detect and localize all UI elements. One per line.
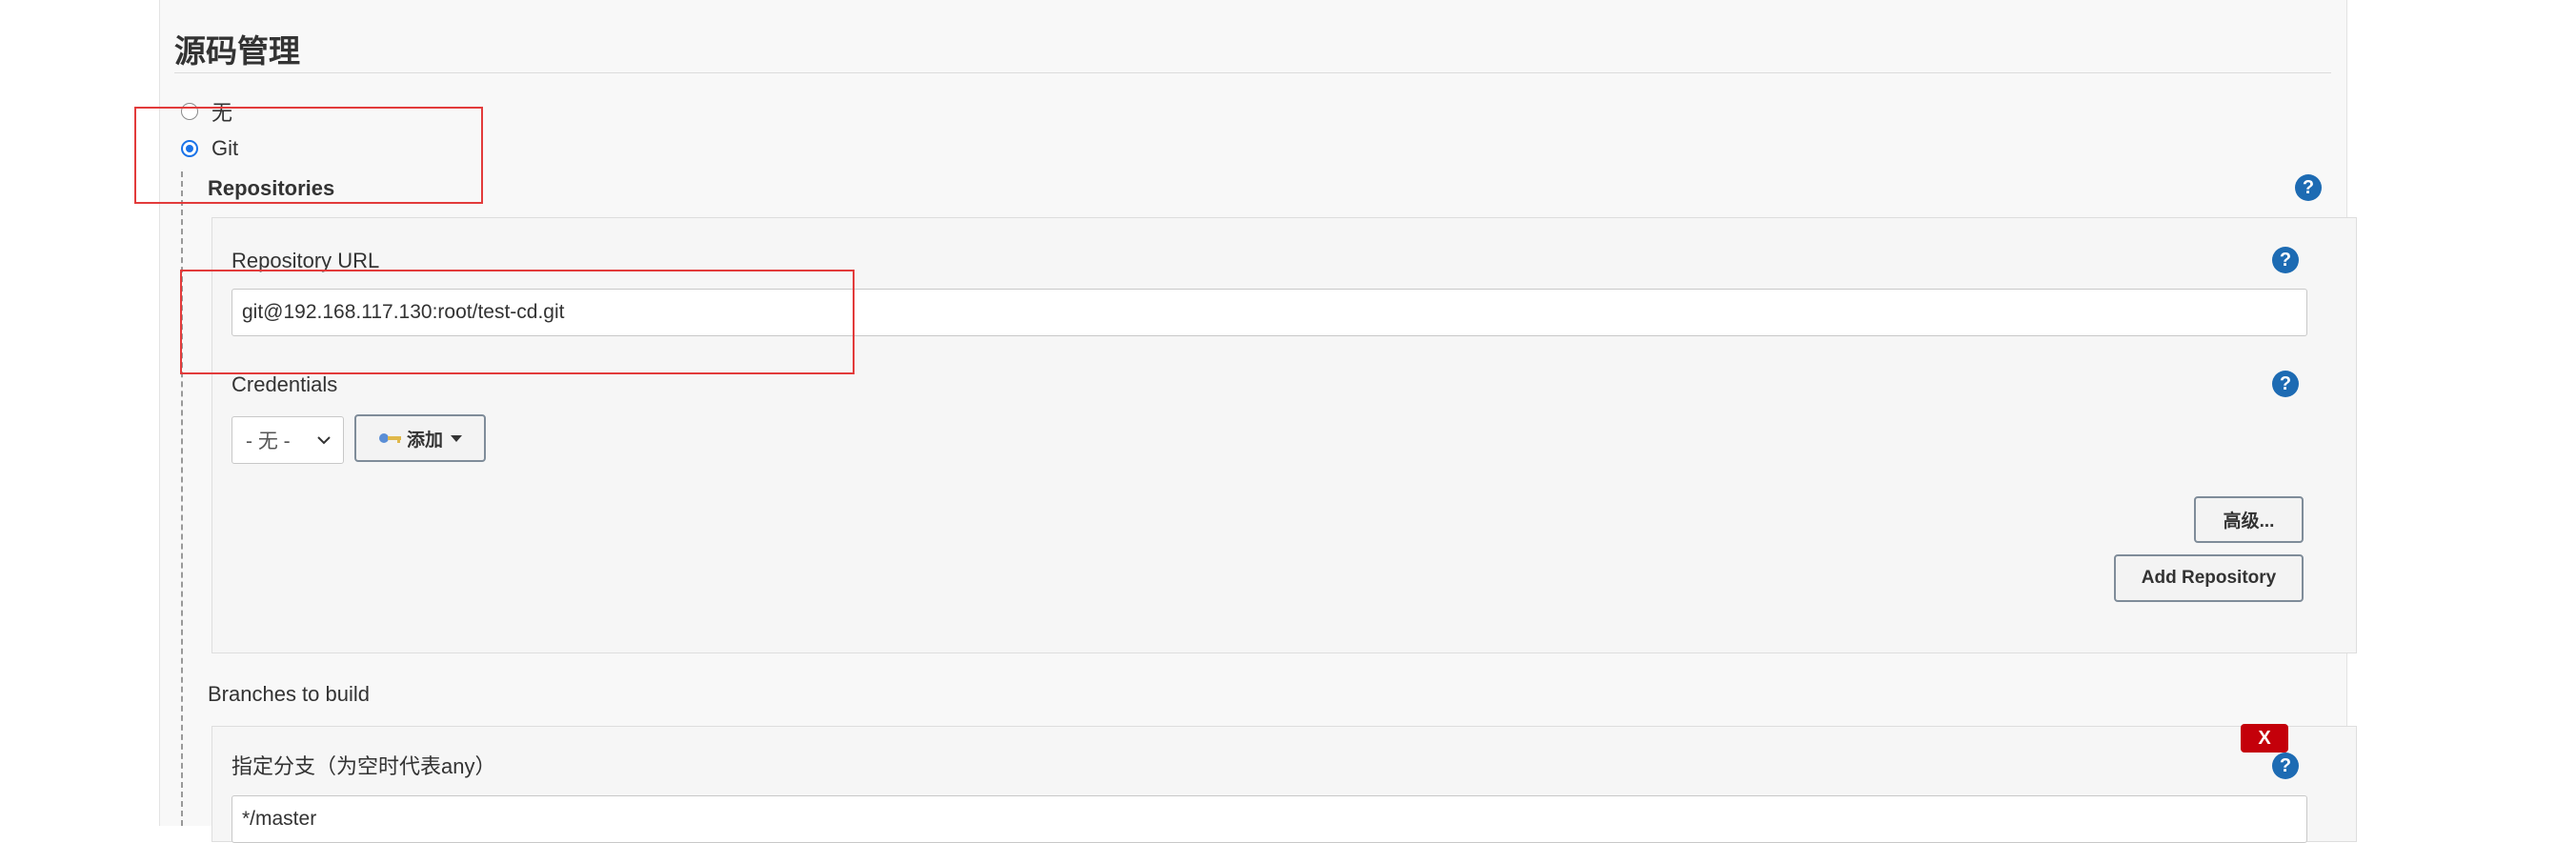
chevron-down-icon	[317, 436, 331, 445]
branches-to-build-label: Branches to build	[208, 682, 370, 706]
add-credentials-button[interactable]: 添加	[354, 414, 486, 462]
section-divider	[174, 72, 2331, 73]
annotation-box-url	[180, 270, 855, 374]
branch-specifier-input[interactable]	[231, 795, 2307, 843]
help-icon[interactable]: ?	[2272, 247, 2299, 273]
help-icon[interactable]: ?	[2295, 174, 2322, 201]
section-title: 源码管理	[174, 33, 300, 69]
credentials-label: Credentials	[231, 372, 338, 396]
key-icon	[378, 432, 403, 445]
credentials-select-value: - 无 -	[246, 431, 291, 452]
credentials-select[interactable]: - 无 -	[231, 416, 344, 464]
annotation-box-scm	[134, 107, 483, 204]
branch-specifier-label: 指定分支（为空时代表any）	[231, 754, 496, 778]
add-repository-button[interactable]: Add Repository	[2114, 554, 2304, 602]
delete-branch-button[interactable]: X	[2241, 724, 2288, 753]
advanced-button[interactable]: 高级...	[2194, 496, 2304, 543]
caret-down-icon	[451, 434, 462, 442]
help-icon[interactable]: ?	[2272, 371, 2299, 397]
help-icon[interactable]: ?	[2272, 753, 2299, 779]
add-credentials-label: 添加	[406, 430, 443, 451]
